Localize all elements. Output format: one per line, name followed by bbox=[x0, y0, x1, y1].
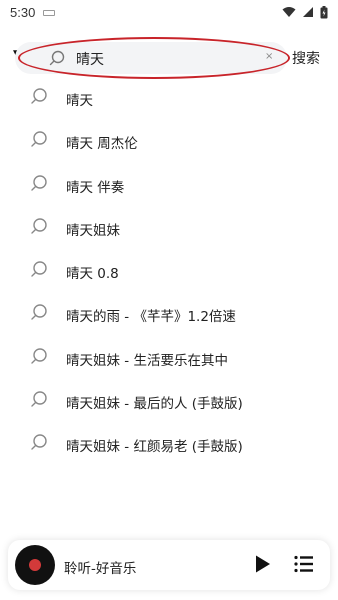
search-icon bbox=[31, 304, 47, 321]
suggestion-item[interactable]: 晴天 0.8 bbox=[0, 249, 338, 292]
suggestion-label: 晴天姐妹 bbox=[66, 222, 120, 239]
keyboard-icon bbox=[43, 9, 56, 16]
search-button[interactable]: 搜索 bbox=[292, 48, 320, 68]
suggestion-item[interactable]: 晴天姐妹 - 最后的人 (手鼓版) bbox=[0, 379, 338, 422]
search-icon bbox=[31, 434, 47, 451]
clear-icon[interactable]: × bbox=[265, 51, 273, 62]
suggestion-label: 晴天姐妹 - 生活要乐在其中 bbox=[66, 352, 228, 369]
play-icon[interactable] bbox=[254, 554, 272, 574]
suggestion-item[interactable]: 晴天 伴奏 bbox=[0, 163, 338, 206]
suggestion-label: 晴天姐妹 - 红颜易老 (手鼓版) bbox=[66, 439, 243, 456]
search-icon bbox=[31, 131, 47, 147]
suggestion-label: 晴天姐妹 - 最后的人 (手鼓版) bbox=[66, 396, 243, 413]
search-icon bbox=[49, 50, 65, 66]
suggestion-label: 晴天 0.8 bbox=[66, 266, 119, 283]
suggestion-list: 晴天晴天 周杰伦 晴天 伴奏晴天姐妹晴天 0.8 晴天的雨 - 《芊芊》1.2倍速晴… bbox=[0, 76, 338, 466]
signal-icon bbox=[303, 7, 313, 17]
search-icon bbox=[31, 218, 47, 234]
suggestion-label: 晴天的雨 - 《芊芊》1.2倍速 bbox=[66, 309, 236, 326]
battery-icon bbox=[320, 5, 328, 18]
search-input[interactable]: 晴天 × bbox=[15, 42, 287, 74]
suggestion-item[interactable]: 晴天姐妹 bbox=[0, 206, 338, 249]
album-disc-icon[interactable] bbox=[15, 545, 55, 585]
suggestion-item[interactable]: 晴天的雨 - 《芊芊》1.2倍速 bbox=[0, 292, 338, 335]
wifi-icon bbox=[282, 7, 296, 17]
playlist-icon[interactable] bbox=[294, 555, 314, 573]
suggestion-label: 晴天 bbox=[66, 93, 93, 109]
suggestion-label: 晴天 周杰伦 bbox=[66, 136, 138, 153]
mini-player[interactable]: 聆听-好音乐 bbox=[8, 540, 330, 590]
search-icon bbox=[31, 88, 47, 104]
search-icon bbox=[31, 174, 47, 191]
search-icon bbox=[31, 348, 47, 364]
suggestion-item[interactable]: 晴天姐妹 - 红颜易老 (手鼓版) bbox=[0, 422, 338, 465]
search-icon bbox=[31, 391, 47, 407]
search-bar: ▼ 晴天 × 搜索 bbox=[0, 36, 338, 80]
status-bar: 5:30 bbox=[0, 0, 338, 24]
suggestion-label: 晴天 伴奏 bbox=[66, 179, 125, 196]
status-icons bbox=[282, 5, 328, 19]
suggestion-item[interactable]: 晴天 bbox=[0, 76, 338, 119]
player-title[interactable]: 聆听-好音乐 bbox=[64, 557, 136, 577]
search-icon bbox=[31, 261, 47, 277]
status-time: 5:30 bbox=[10, 4, 36, 20]
search-query-text[interactable]: 晴天 bbox=[76, 49, 104, 69]
suggestion-item[interactable]: 晴天 周杰伦 bbox=[0, 119, 338, 162]
suggestion-item[interactable]: 晴天姐妹 - 生活要乐在其中 bbox=[0, 336, 338, 379]
